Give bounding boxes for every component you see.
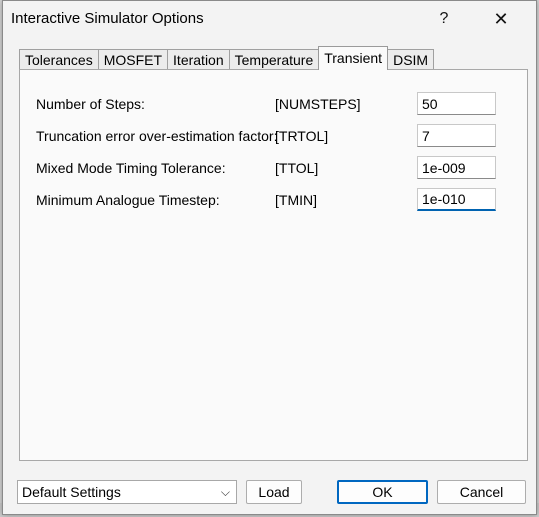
tab-dsim[interactable]: DSIM [387,49,435,70]
title-bar[interactable]: Interactive Simulator Options ? ✕ [3,1,536,37]
tab-mosfet[interactable]: MOSFET [97,49,169,70]
row-tmin: Minimum Analogue Timestep: [TMIN] [20,188,527,212]
trtol-key: [TRTOL] [275,128,329,144]
trtol-input[interactable] [417,124,496,147]
ttol-label: Mixed Mode Timing Tolerance: [36,160,226,176]
cancel-button[interactable]: Cancel [437,480,526,504]
chevron-down-icon: ⌵ [220,485,230,499]
dialog-title: Interactive Simulator Options [11,10,204,27]
tab-strip: Tolerances MOSFET Iteration Temperature … [19,46,435,70]
ttol-key: [TTOL] [275,160,319,176]
row-ttol: Mixed Mode Timing Tolerance: [TTOL] [20,156,527,180]
tmin-input[interactable] [417,188,496,211]
preset-value: Default Settings [22,484,121,500]
help-icon: ? [439,10,449,27]
numsteps-label: Number of Steps: [36,96,145,112]
load-button[interactable]: Load [246,480,302,504]
simulator-options-dialog: Interactive Simulator Options ? ✕ Tolera… [2,0,537,515]
dialog-footer: Default Settings ⌵ Load OK Cancel [3,471,536,511]
tab-iteration[interactable]: Iteration [167,49,230,70]
tab-temperature[interactable]: Temperature [228,49,320,70]
preset-dropdown[interactable]: Default Settings ⌵ [17,480,237,504]
numsteps-key: [NUMSTEPS] [275,96,361,112]
tmin-label: Minimum Analogue Timestep: [36,192,220,208]
close-icon: ✕ [493,8,509,29]
row-numsteps: Number of Steps: [NUMSTEPS] [20,92,527,116]
help-button[interactable]: ? [421,5,467,33]
close-button[interactable]: ✕ [478,5,524,33]
ok-button[interactable]: OK [337,480,428,504]
tab-tolerances[interactable]: Tolerances [19,49,99,70]
tmin-key: [TMIN] [275,192,317,208]
trtol-label: Truncation error over-estimation factor: [36,128,278,144]
row-trtol: Truncation error over-estimation factor:… [20,124,527,148]
transient-panel: Number of Steps: [NUMSTEPS] Truncation e… [19,69,528,461]
ttol-input[interactable] [417,156,496,179]
numsteps-input[interactable] [417,92,496,115]
tab-transient[interactable]: Transient [318,46,389,70]
